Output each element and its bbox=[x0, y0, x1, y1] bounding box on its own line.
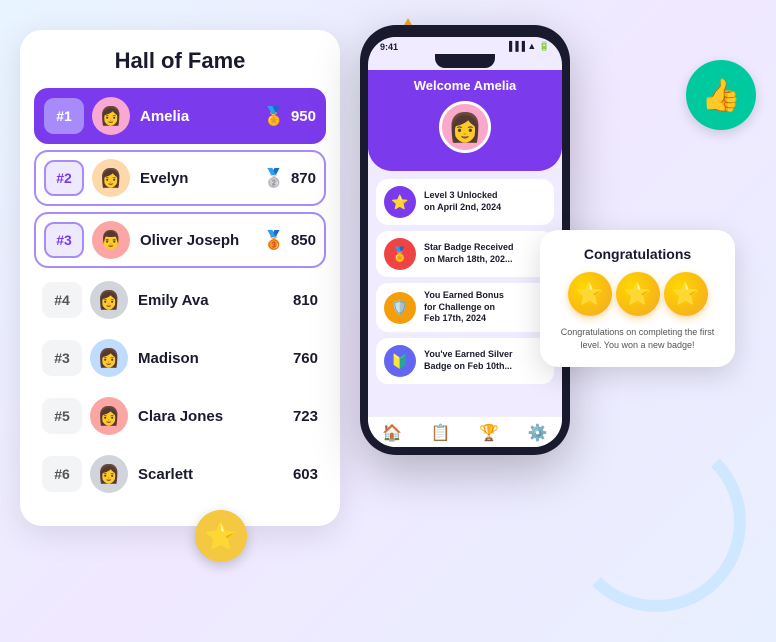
phone-header: Welcome Amelia 👩 bbox=[368, 70, 562, 171]
player-name: Amelia bbox=[140, 108, 263, 125]
avatar: 👩 bbox=[90, 455, 128, 493]
table-row[interactable]: #2 👩 Evelyn 🥈 870 bbox=[34, 150, 326, 206]
phone-nav: 🏠 📋 🏆 ⚙️ bbox=[368, 416, 562, 447]
player-score: 850 bbox=[291, 232, 316, 249]
status-bar: 9:41 ▐▐▐ ▲ 🔋 bbox=[368, 37, 562, 54]
phone-notch bbox=[435, 54, 495, 68]
star-badge: ⭐ bbox=[195, 510, 247, 562]
table-row[interactable]: #4 👩 Emily Ava 810 bbox=[34, 274, 326, 326]
rank-badge-3: #3 bbox=[44, 222, 84, 258]
nav-settings-icon[interactable]: ⚙️ bbox=[528, 423, 548, 443]
medal-icon: 🥈 bbox=[263, 168, 285, 189]
nav-leaderboard-icon[interactable]: 🏆 bbox=[479, 423, 499, 443]
thumbs-up-icon: 👍 bbox=[701, 76, 741, 114]
player-name: Emily Ava bbox=[138, 292, 293, 309]
signal-icons: ▐▐▐ ▲ 🔋 bbox=[506, 41, 550, 52]
rank-badge-1: #1 bbox=[44, 98, 84, 134]
congratulations-popup: Congratulations ⭐ ⭐ ⭐ Congratulations on… bbox=[540, 230, 735, 367]
list-item[interactable]: 🛡️ You Earned Bonusfor Challenge onFeb 1… bbox=[376, 283, 554, 332]
avatar: 👩 bbox=[90, 339, 128, 377]
player-score: 760 bbox=[293, 350, 318, 367]
table-row[interactable]: #3 👩 Madison 760 bbox=[34, 332, 326, 384]
phone-time: 9:41 bbox=[380, 42, 398, 52]
activity-text: Level 3 Unlockedon April 2nd, 2024 bbox=[424, 190, 501, 213]
star-coin-2: ⭐ bbox=[616, 272, 660, 316]
player-name: Scarlett bbox=[138, 466, 293, 483]
star-icon: ⭐ bbox=[205, 521, 237, 552]
star-coin-1: ⭐ bbox=[568, 272, 612, 316]
medal-icon: 🥉 bbox=[263, 230, 285, 251]
rank-badge-4: #4 bbox=[42, 282, 82, 318]
deco-arc bbox=[566, 432, 746, 612]
table-row[interactable]: #5 👩 Clara Jones 723 bbox=[34, 390, 326, 442]
avatar: 👩 bbox=[90, 397, 128, 435]
rank-badge-6: #5 bbox=[42, 398, 82, 434]
thumbs-up-badge: 👍 bbox=[686, 60, 756, 130]
star-coin-3: ⭐ bbox=[664, 272, 708, 316]
player-name: Madison bbox=[138, 350, 293, 367]
user-avatar: 👩 bbox=[439, 101, 491, 153]
avatar: 👨 bbox=[92, 221, 130, 259]
player-name: Oliver Joseph bbox=[140, 232, 263, 249]
welcome-text: Welcome Amelia bbox=[414, 78, 517, 93]
activity-feed: ⭐ Level 3 Unlockedon April 2nd, 2024 🏅 S… bbox=[368, 171, 562, 416]
list-item[interactable]: ⭐ Level 3 Unlockedon April 2nd, 2024 bbox=[376, 179, 554, 225]
list-item[interactable]: 🏅 Star Badge Receivedon March 18th, 202.… bbox=[376, 231, 554, 277]
list-item[interactable]: 🔰 You've Earned SilverBadge on Feb 10th.… bbox=[376, 338, 554, 384]
rank-badge-7: #6 bbox=[42, 456, 82, 492]
phone-mockup: 9:41 ▐▐▐ ▲ 🔋 Welcome Amelia 👩 ⭐ Level 3 … bbox=[360, 25, 570, 455]
activity-icon: 🛡️ bbox=[384, 292, 416, 324]
hall-title: Hall of Fame bbox=[34, 48, 326, 74]
activity-icon: 🔰 bbox=[384, 345, 416, 377]
avatar: 👩 bbox=[92, 159, 130, 197]
player-score: 603 bbox=[293, 466, 318, 483]
rank-badge-2: #2 bbox=[44, 160, 84, 196]
nav-activity-icon[interactable]: 📋 bbox=[431, 423, 451, 443]
table-row[interactable]: #3 👨 Oliver Joseph 🥉 850 bbox=[34, 212, 326, 268]
rank-badge-5: #3 bbox=[42, 340, 82, 376]
player-name: Clara Jones bbox=[138, 408, 293, 425]
hall-of-fame-card: Hall of Fame #1 👩 Amelia 🏅 950 #2 👩 Evel… bbox=[20, 30, 340, 526]
activity-icon: ⭐ bbox=[384, 186, 416, 218]
table-row[interactable]: #1 👩 Amelia 🏅 950 bbox=[34, 88, 326, 144]
avatar: 👩 bbox=[92, 97, 130, 135]
nav-home-icon[interactable]: 🏠 bbox=[382, 423, 402, 443]
avatar-emoji: 👩 bbox=[448, 111, 483, 144]
player-score: 723 bbox=[293, 408, 318, 425]
congrats-message: Congratulations on completing the first … bbox=[554, 326, 721, 351]
congrats-title: Congratulations bbox=[554, 246, 721, 262]
player-score: 810 bbox=[293, 292, 318, 309]
activity-text: You Earned Bonusfor Challenge onFeb 17th… bbox=[424, 290, 504, 325]
player-score: 870 bbox=[291, 170, 316, 187]
medal-icon: 🏅 bbox=[263, 106, 285, 127]
phone-screen: 9:41 ▐▐▐ ▲ 🔋 Welcome Amelia 👩 ⭐ Level 3 … bbox=[368, 37, 562, 447]
activity-icon: 🏅 bbox=[384, 238, 416, 270]
activity-text: You've Earned SilverBadge on Feb 10th... bbox=[424, 349, 513, 372]
player-score: 950 bbox=[291, 108, 316, 125]
table-row[interactable]: #6 👩 Scarlett 603 bbox=[34, 448, 326, 500]
activity-text: Star Badge Receivedon March 18th, 202... bbox=[424, 242, 514, 265]
player-name: Evelyn bbox=[140, 170, 263, 187]
stars-row: ⭐ ⭐ ⭐ bbox=[554, 272, 721, 316]
avatar: 👩 bbox=[90, 281, 128, 319]
